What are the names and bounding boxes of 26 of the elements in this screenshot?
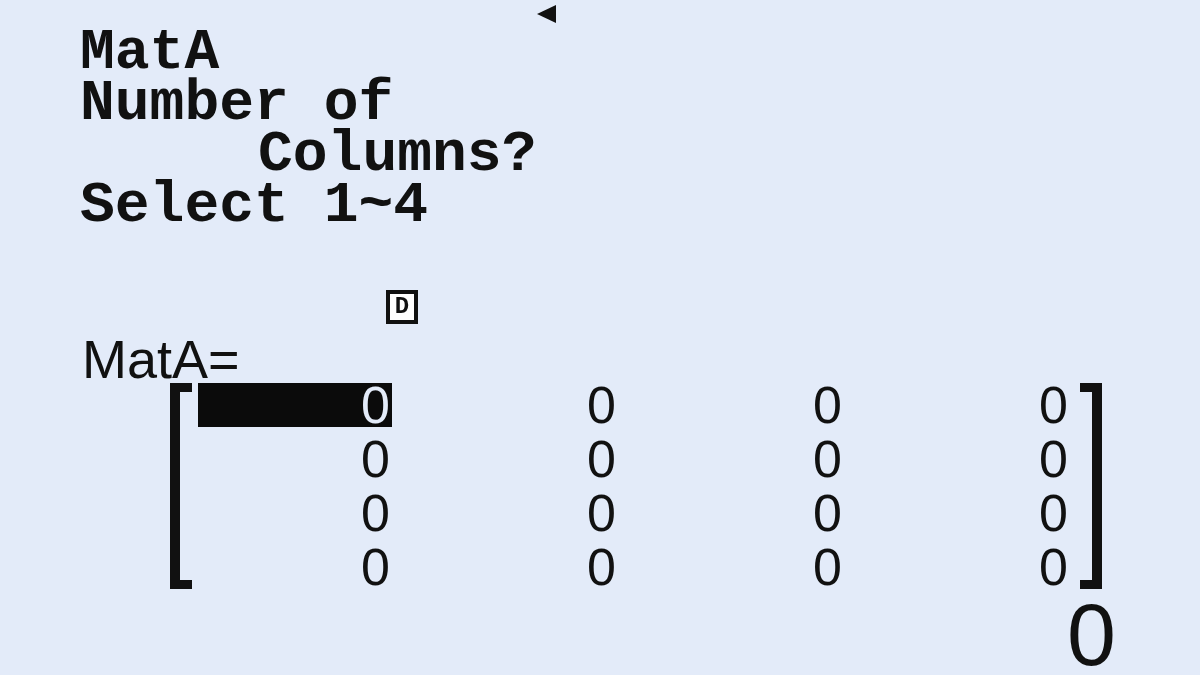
matrix-cell-text: 0 (586, 491, 617, 535)
matrix-cell-text: 0 (1038, 491, 1069, 535)
angle-mode-indicator: D (386, 290, 418, 324)
right-bracket-icon (1080, 383, 1102, 589)
matrix-cell-text: 0 (360, 545, 391, 589)
left-triangle-icon (537, 5, 556, 23)
prompt-text: Number of (80, 78, 394, 129)
matrix-cell-text: 0 (812, 437, 843, 481)
matrix-cell-text: 0 (586, 383, 617, 427)
matrix-label: MatA= (82, 337, 240, 381)
entry-value: 0 (1067, 600, 1116, 670)
prompt-text: Columns? (258, 129, 537, 180)
matrix-cell-text: 0 (1038, 383, 1069, 427)
matrix-cell-text: 0 (1038, 437, 1069, 481)
matrix-cell-text: 0 (812, 545, 843, 589)
left-bracket-icon (170, 383, 192, 589)
matrix-cell-text: 0 (360, 491, 391, 535)
matrix-cell-text: 0 (812, 383, 843, 427)
prompt-title: MatA (80, 27, 220, 78)
matrix-cell-text: 0 (586, 545, 617, 589)
matrix-cell-text: 0 (586, 437, 617, 481)
matrix-cell: 0 (198, 383, 392, 427)
prompt-hint: Select 1~4 (80, 180, 429, 231)
matrix-cell-text: 0 (360, 437, 391, 481)
matrix-cell-text: 0 (1038, 545, 1069, 589)
matrix-cell-text: 0 (812, 491, 843, 535)
